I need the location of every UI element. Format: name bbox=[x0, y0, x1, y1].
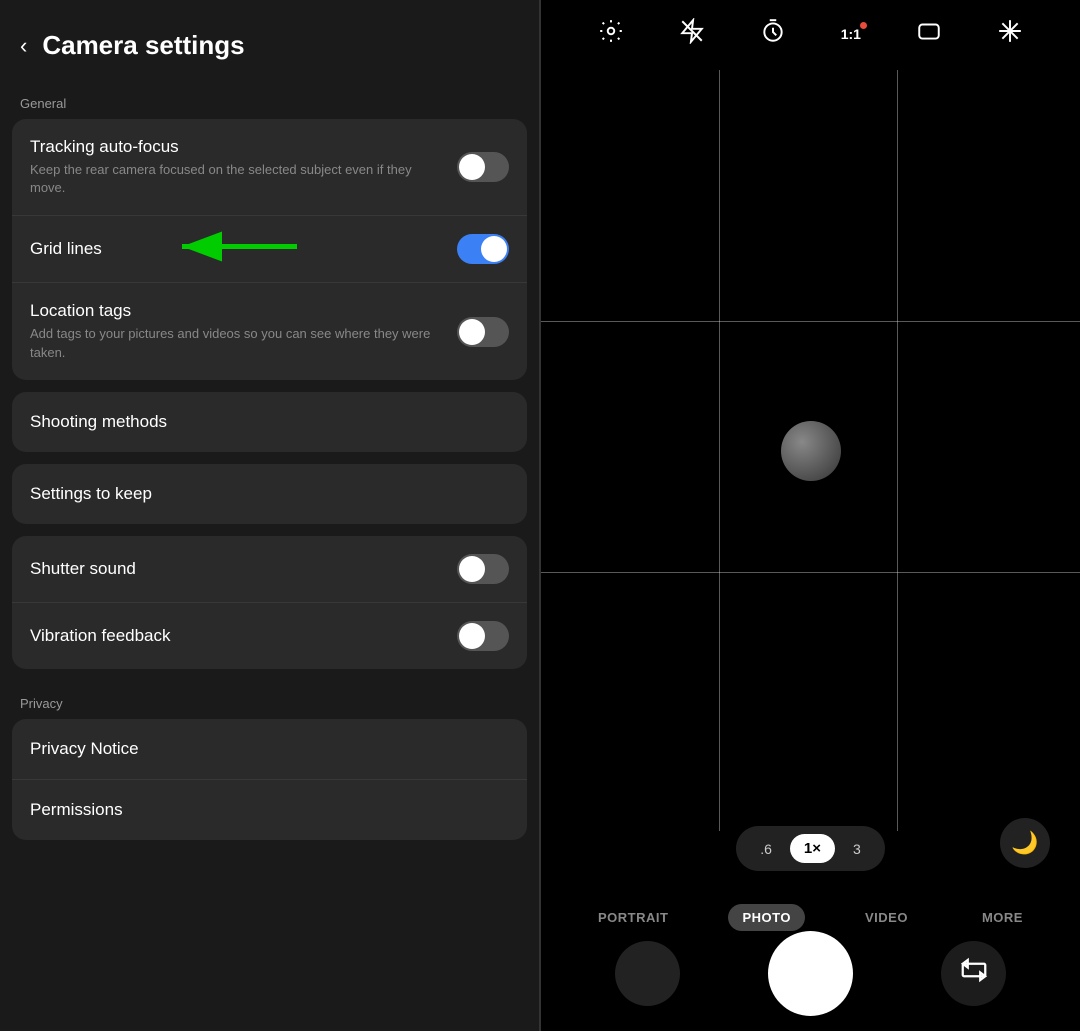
zoom-controls: .6 1× 3 bbox=[541, 826, 1080, 871]
shutter-sound-text: Shutter sound bbox=[30, 559, 457, 579]
permissions-item[interactable]: Permissions bbox=[12, 780, 527, 840]
vibration-feedback-item[interactable]: Vibration feedback bbox=[12, 603, 527, 669]
location-tags-desc: Add tags to your pictures and videos so … bbox=[30, 325, 445, 361]
general-section-label: General bbox=[0, 81, 539, 119]
grid-h-2 bbox=[541, 572, 1080, 573]
tracking-autofocus-toggle[interactable] bbox=[457, 152, 509, 182]
camera-top-icons: 1:1 bbox=[541, 0, 1080, 68]
zoom-06-button[interactable]: .6 bbox=[752, 837, 780, 861]
permissions-title: Permissions bbox=[30, 800, 123, 820]
settings-header: ‹ Camera settings bbox=[0, 0, 539, 81]
settings-group-2: Shutter sound Vibration feedback bbox=[12, 536, 527, 669]
page-title: Camera settings bbox=[42, 30, 244, 61]
privacy-notice-item[interactable]: Privacy Notice bbox=[12, 719, 527, 780]
grid-lines-item[interactable]: Grid lines bbox=[12, 216, 527, 283]
settings-to-keep-title: Settings to keep bbox=[30, 484, 152, 504]
grid-h-1 bbox=[541, 321, 1080, 322]
camera-viewfinder bbox=[541, 70, 1080, 831]
zoom-pill: .6 1× 3 bbox=[736, 826, 885, 871]
settings-panel: ‹ Camera settings General Tracking auto-… bbox=[0, 0, 539, 1031]
grid-v-1 bbox=[719, 70, 720, 831]
tracking-autofocus-title: Tracking auto-focus bbox=[30, 137, 445, 157]
tracking-autofocus-desc: Keep the rear camera focused on the sele… bbox=[30, 161, 445, 197]
ratio-dot bbox=[860, 22, 867, 29]
shutter-sound-item[interactable]: Shutter sound bbox=[12, 536, 527, 603]
sparkle-icon[interactable] bbox=[997, 18, 1023, 50]
tracking-autofocus-text: Tracking auto-focus Keep the rear camera… bbox=[30, 137, 457, 197]
grid-v-2 bbox=[897, 70, 898, 831]
location-tags-toggle[interactable] bbox=[457, 317, 509, 347]
zoom-3x-button[interactable]: 3 bbox=[845, 837, 869, 861]
vibration-feedback-toggle[interactable] bbox=[457, 621, 509, 651]
location-tags-title: Location tags bbox=[30, 301, 445, 321]
shooting-methods-group: Shooting methods bbox=[12, 392, 527, 452]
toggle-knob bbox=[459, 319, 485, 345]
green-arrow-indicator bbox=[172, 227, 302, 272]
shutter-button[interactable] bbox=[768, 931, 853, 1016]
night-mode-button[interactable]: 🌙 bbox=[1000, 818, 1050, 868]
grid-lines-toggle[interactable] bbox=[457, 234, 509, 264]
shooting-methods-item[interactable]: Shooting methods bbox=[12, 392, 527, 452]
shape-icon[interactable] bbox=[916, 18, 942, 50]
ratio-icon[interactable]: 1:1 bbox=[841, 26, 861, 42]
back-button[interactable]: ‹ bbox=[20, 33, 27, 59]
privacy-section-label: Privacy bbox=[0, 681, 539, 719]
moon-icon: 🌙 bbox=[1011, 830, 1038, 856]
privacy-notice-title: Privacy Notice bbox=[30, 739, 139, 759]
location-tags-item[interactable]: Location tags Add tags to your pictures … bbox=[12, 283, 527, 379]
gallery-thumbnail[interactable] bbox=[615, 941, 680, 1006]
tracking-autofocus-item[interactable]: Tracking auto-focus Keep the rear camera… bbox=[12, 119, 527, 216]
settings-icon[interactable] bbox=[598, 18, 624, 50]
settings-group-1: Tracking auto-focus Keep the rear camera… bbox=[12, 119, 527, 380]
vibration-feedback-title: Vibration feedback bbox=[30, 626, 445, 646]
toggle-knob bbox=[481, 236, 507, 262]
toggle-knob bbox=[459, 154, 485, 180]
timer-icon[interactable] bbox=[760, 18, 786, 50]
flip-icon bbox=[959, 955, 989, 992]
vibration-feedback-text: Vibration feedback bbox=[30, 626, 457, 646]
zoom-1x-button[interactable]: 1× bbox=[790, 834, 835, 863]
shooting-methods-title: Shooting methods bbox=[30, 412, 167, 432]
toggle-knob bbox=[459, 556, 485, 582]
toggle-knob bbox=[459, 623, 485, 649]
settings-to-keep-item[interactable]: Settings to keep bbox=[12, 464, 527, 524]
shutter-area bbox=[541, 921, 1080, 1026]
settings-to-keep-group: Settings to keep bbox=[12, 464, 527, 524]
privacy-group: Privacy Notice Permissions bbox=[12, 719, 527, 840]
shutter-sound-toggle[interactable] bbox=[457, 554, 509, 584]
shutter-sound-title: Shutter sound bbox=[30, 559, 445, 579]
flash-off-icon[interactable] bbox=[679, 18, 705, 50]
flip-camera-button[interactable] bbox=[941, 941, 1006, 1006]
location-tags-text: Location tags Add tags to your pictures … bbox=[30, 301, 457, 361]
camera-panel: 1:1 .6 1× 3 bbox=[541, 0, 1080, 1031]
focus-circle bbox=[781, 421, 841, 481]
